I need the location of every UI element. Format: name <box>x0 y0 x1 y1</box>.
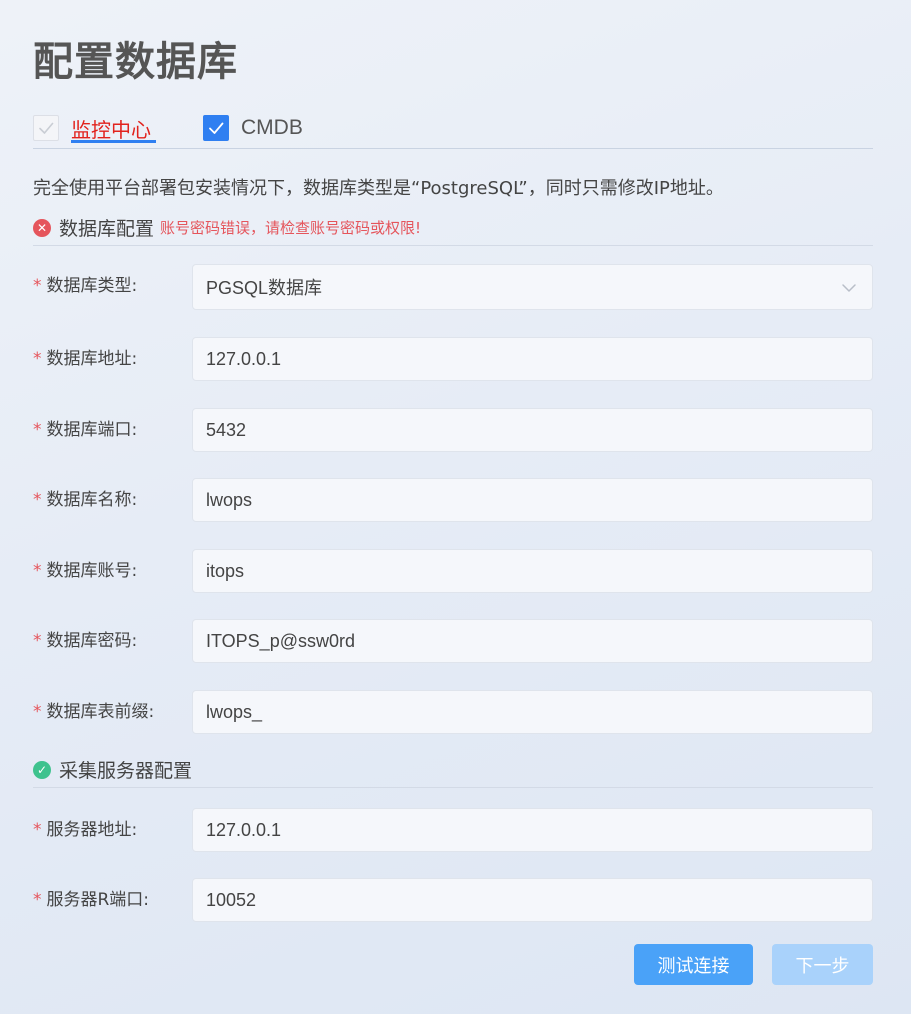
check-icon <box>39 122 54 134</box>
server-port-input[interactable]: 10052 <box>192 878 873 922</box>
field-label: * 数据库类型: <box>33 276 138 296</box>
section-db-config: ✕ 数据库配置 账号密码错误，请检查账号密码或权限! <box>33 210 873 246</box>
field-label: * 数据库地址: <box>33 349 138 369</box>
field-db-password: * 数据库密码: ITOPS_p@ssw0rd <box>33 619 873 663</box>
active-tab-indicator <box>71 140 156 143</box>
error-circle-icon: ✕ <box>33 218 51 237</box>
db-port-input[interactable]: 5432 <box>192 408 873 452</box>
field-db-address: * 数据库地址: 127.0.0.1 <box>33 337 873 381</box>
field-db-account: * 数据库账号: itops <box>33 549 873 593</box>
test-connection-button[interactable]: 测试连接 <box>634 944 753 985</box>
field-db-name: * 数据库名称: lwops <box>33 478 873 522</box>
db-prefix-input[interactable]: lwops_ <box>192 690 873 734</box>
field-label: * 数据库账号: <box>33 561 138 581</box>
field-db-port: * 数据库端口: 5432 <box>33 408 873 452</box>
field-label: * 数据库端口: <box>33 420 138 440</box>
field-db-prefix: * 数据库表前缀: lwops_ <box>33 690 873 734</box>
db-name-input[interactable]: lwops <box>192 478 873 522</box>
page-title: 配置数据库 <box>33 39 238 85</box>
config-page: 配置数据库 监控中心 CMDB 完全使用平台部署包安装情况下，数据库类型是“Po… <box>33 0 873 1014</box>
tab-bar: 监控中心 CMDB <box>33 104 873 149</box>
db-type-select[interactable]: PGSQL数据库 <box>192 264 873 310</box>
field-label: * 数据库表前缀: <box>33 702 155 722</box>
db-password-input[interactable]: ITOPS_p@ssw0rd <box>192 619 873 663</box>
tab-label: 监控中心 <box>71 117 151 142</box>
field-db-type: * 数据库类型: PGSQL数据库 <box>33 264 873 310</box>
db-address-input[interactable]: 127.0.0.1 <box>192 337 873 381</box>
section-server-config: ✓ 采集服务器配置 <box>33 752 873 788</box>
field-server-address: * 服务器地址: 127.0.0.1 <box>33 808 873 852</box>
selected-value: PGSQL数据库 <box>206 278 323 298</box>
field-label: * 数据库名称: <box>33 490 138 510</box>
section-title: 采集服务器配置 <box>59 760 193 782</box>
section-title: 数据库配置 <box>59 218 155 240</box>
chevron-down-icon <box>842 284 856 292</box>
field-label: * 服务器地址: <box>33 820 138 840</box>
db-account-input[interactable]: itops <box>192 549 873 593</box>
check-icon <box>209 122 224 134</box>
server-address-input[interactable]: 127.0.0.1 <box>192 808 873 852</box>
checkbox-monitor-center[interactable] <box>33 115 59 141</box>
field-label: * 数据库密码: <box>33 631 138 651</box>
tab-label: CMDB <box>241 116 303 139</box>
tab-cmdb[interactable]: CMDB <box>203 108 303 148</box>
field-label: * 服务器R端口: <box>33 890 150 910</box>
field-server-port: * 服务器R端口: 10052 <box>33 878 873 922</box>
install-notice: 完全使用平台部署包安装情况下，数据库类型是“PostgreSQL”，同时只需修改… <box>33 178 724 199</box>
error-message: 账号密码错误，请检查账号密码或权限! <box>160 219 422 237</box>
next-step-button[interactable]: 下一步 <box>772 944 873 985</box>
checkbox-cmdb[interactable] <box>203 115 229 141</box>
check-circle-icon: ✓ <box>33 760 51 779</box>
